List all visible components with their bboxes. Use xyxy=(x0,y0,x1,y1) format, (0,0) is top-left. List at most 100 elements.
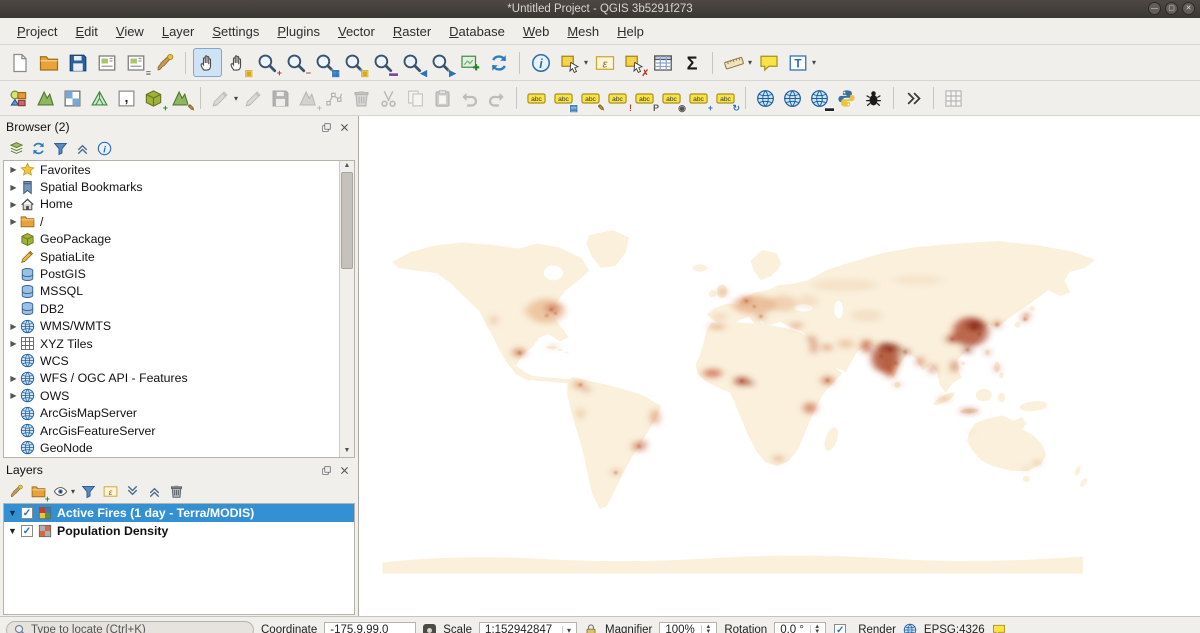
layer-item-population-density[interactable]: ▼✓Population Density xyxy=(4,522,354,540)
save-project-button[interactable] xyxy=(64,49,91,76)
scroll-up-icon[interactable]: ▲ xyxy=(344,161,351,171)
zoom-to-selection-button[interactable]: ▣ xyxy=(340,49,367,76)
web-service-button[interactable] xyxy=(780,86,805,111)
menu-help[interactable]: Help xyxy=(608,20,653,43)
zoom-in-button[interactable]: + xyxy=(253,49,280,76)
add-group-button[interactable]: + xyxy=(28,482,48,502)
text-annotation-button[interactable] xyxy=(784,49,811,76)
browser-item-geonode[interactable]: GeoNode xyxy=(4,439,354,456)
float-panel-icon[interactable] xyxy=(319,463,334,477)
chevron-down-icon[interactable]: ▾ xyxy=(562,626,571,633)
browser-item-ows[interactable]: ▶OWS xyxy=(4,387,354,404)
layer-visibility-checkbox[interactable]: ✓ xyxy=(21,525,33,537)
scroll-thumb[interactable] xyxy=(341,172,353,269)
python-console-button[interactable] xyxy=(834,86,859,111)
new-print-layout-button[interactable] xyxy=(93,49,120,76)
osm-place-search-button[interactable]: ▬ xyxy=(807,86,832,111)
properties-widget-button[interactable] xyxy=(94,139,114,159)
menu-project[interactable]: Project xyxy=(8,20,66,43)
open-layer-styling-button[interactable] xyxy=(6,482,26,502)
menu-view[interactable]: View xyxy=(107,20,153,43)
manage-map-themes-button[interactable] xyxy=(50,482,70,502)
browser-item-favorites[interactable]: ▶Favorites xyxy=(4,161,354,178)
new-project-button[interactable] xyxy=(6,49,33,76)
coordinate-input[interactable]: -175.9,99.0 xyxy=(324,622,416,633)
expand-arrow-icon[interactable]: ▶ xyxy=(7,339,20,348)
magnifier-spinner[interactable]: 100%▲▼ xyxy=(659,622,717,633)
crs-value[interactable]: EPSG:4326 xyxy=(924,624,985,633)
modify-label-button[interactable]: ✎ xyxy=(578,86,603,111)
show-hide-labels-button[interactable]: ◉ xyxy=(659,86,684,111)
browser-item-wcs[interactable]: WCS xyxy=(4,352,354,369)
close-panel-icon[interactable] xyxy=(337,120,352,134)
zoom-next-button[interactable]: ▶ xyxy=(427,49,454,76)
toolbar-overflow-button[interactable] xyxy=(901,86,926,111)
browser-item-spatial-bookmarks[interactable]: ▶Spatial Bookmarks xyxy=(4,178,354,195)
filter-by-expression-button[interactable] xyxy=(100,482,120,502)
move-label-button[interactable]: + xyxy=(686,86,711,111)
expand-arrow-icon[interactable]: ▶ xyxy=(7,322,20,331)
pan-map-button[interactable] xyxy=(193,48,222,77)
layer-labeling-button[interactable] xyxy=(524,86,549,111)
filter-browser-button[interactable] xyxy=(50,139,70,159)
select-features-dropdown-icon[interactable]: ▾ xyxy=(584,58,588,67)
spinner-arrows-icon[interactable]: ▲▼ xyxy=(810,625,820,633)
render-checkbox[interactable]: ✓ xyxy=(834,624,846,633)
expand-arrow-icon[interactable]: ▶ xyxy=(7,391,20,400)
close-panel-icon[interactable] xyxy=(337,463,352,477)
expand-arrow-icon[interactable]: ▶ xyxy=(7,217,20,226)
select-features-button[interactable] xyxy=(556,49,583,76)
add-raster-layer-button[interactable] xyxy=(60,86,85,111)
float-panel-icon[interactable] xyxy=(319,120,334,134)
tracking-icon[interactable] xyxy=(423,624,436,633)
browser-item-wfs-ogc-api-features[interactable]: ▶WFS / OGC API - Features xyxy=(4,370,354,387)
expand-arrow-icon[interactable]: ▶ xyxy=(7,183,20,192)
select-by-expression-button[interactable] xyxy=(591,49,618,76)
map-tips-button[interactable] xyxy=(755,49,782,76)
filter-legend-button[interactable] xyxy=(78,482,98,502)
highlight-unplaced-labels-button[interactable]: ! xyxy=(605,86,630,111)
pan-to-selection-button[interactable]: ▣ xyxy=(224,49,251,76)
style-manager-button[interactable] xyxy=(151,49,178,76)
browser-item-postgis[interactable]: PostGIS xyxy=(4,265,354,282)
browser-item-arcgismapserver[interactable]: ArcGisMapServer xyxy=(4,404,354,421)
add-selected-layers-button[interactable] xyxy=(6,139,26,159)
expand-all-button[interactable] xyxy=(122,482,142,502)
rotate-label-button[interactable]: ↻ xyxy=(713,86,738,111)
new-map-view-button[interactable] xyxy=(456,49,483,76)
text-annotation-dropdown-icon[interactable]: ▾ xyxy=(812,58,816,67)
remove-layer-button[interactable] xyxy=(166,482,186,502)
layer-diagram-button[interactable]: ▤ xyxy=(551,86,576,111)
collapse-all-button[interactable] xyxy=(72,139,92,159)
refresh-browser-button[interactable] xyxy=(28,139,48,159)
scroll-down-icon[interactable]: ▼ xyxy=(344,446,351,456)
collapse-arrow-icon[interactable]: ▼ xyxy=(8,508,20,518)
open-data-source-manager-button[interactable] xyxy=(6,86,31,111)
minimize-window-icon[interactable]: — xyxy=(1148,2,1161,15)
deselect-features-button[interactable]: ✗ xyxy=(620,49,647,76)
measure-button[interactable] xyxy=(720,49,747,76)
maximize-window-icon[interactable]: ▢ xyxy=(1165,2,1178,15)
add-mesh-layer-button[interactable] xyxy=(87,86,112,111)
scale-combo[interactable]: 1:152942847▾ xyxy=(479,622,577,633)
pin-unpin-labels-button[interactable]: P xyxy=(632,86,657,111)
zoom-last-button[interactable]: ◀ xyxy=(398,49,425,76)
messages-icon[interactable] xyxy=(992,623,1006,633)
layer-item-active-fires-1-day-terra-modis[interactable]: ▼✓Active Fires (1 day - Terra/MODIS) xyxy=(4,504,354,522)
current-edits-dropdown-icon[interactable]: ▾ xyxy=(234,94,238,103)
zoom-full-extent-button[interactable]: ▦ xyxy=(311,49,338,76)
browser-scrollbar[interactable]: ▲ ▼ xyxy=(339,161,354,457)
menu-layer[interactable]: Layer xyxy=(153,20,204,43)
layer-visibility-checkbox[interactable]: ✓ xyxy=(21,507,33,519)
browser-item-root[interactable]: ▶/ xyxy=(4,213,354,230)
browser-item-arcgisfeatureserver[interactable]: ArcGisFeatureServer xyxy=(4,422,354,439)
expand-arrow-icon[interactable]: ▶ xyxy=(7,165,20,174)
new-geopackage-layer-button[interactable]: + xyxy=(141,86,166,111)
menu-vector[interactable]: Vector xyxy=(329,20,384,43)
manage-map-themes-dropdown-icon[interactable]: ▾ xyxy=(71,487,75,496)
lock-scale-icon[interactable] xyxy=(584,623,598,633)
refresh-map-button[interactable] xyxy=(485,49,512,76)
new-shapefile-layer-button[interactable]: ✎ xyxy=(168,86,193,111)
map-canvas[interactable] xyxy=(359,116,1200,616)
menu-edit[interactable]: Edit xyxy=(66,20,106,43)
